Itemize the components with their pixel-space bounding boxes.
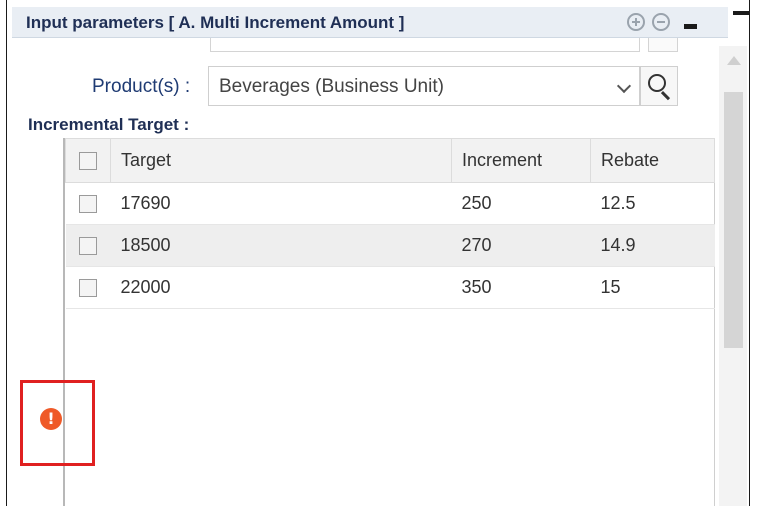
chevron-down-icon[interactable] xyxy=(616,78,632,94)
table-header-row: Target Increment Rebate xyxy=(65,138,715,183)
column-header-increment[interactable]: Increment xyxy=(451,138,591,183)
panel-title: Input parameters [ A. Multi Increment Am… xyxy=(26,13,405,32)
zoom-out-icon[interactable] xyxy=(652,13,670,31)
alert-highlight-box: ! xyxy=(20,380,95,466)
scroll-up-arrow-icon[interactable] xyxy=(727,56,741,65)
incremental-target-title: Incremental Target : xyxy=(28,115,190,134)
maximize-icon[interactable] xyxy=(733,11,749,15)
row-select-cell xyxy=(66,267,111,309)
alert-icon[interactable]: ! xyxy=(40,408,62,430)
incremental-target-grid: Target Increment Rebate 17690 250 12.5 1… xyxy=(63,138,715,506)
row-select-cell xyxy=(66,225,111,267)
column-header-rebate[interactable]: Rebate xyxy=(590,138,715,183)
product-select[interactable]: Beverages (Business Unit) xyxy=(208,66,640,106)
vertical-scrollbar[interactable] xyxy=(719,46,747,506)
row-checkbox[interactable] xyxy=(79,194,97,213)
search-icon xyxy=(648,74,666,92)
column-header-target[interactable]: Target xyxy=(110,138,452,183)
increment-cell: 270 xyxy=(461,235,492,255)
rebate-cell: 12.5 xyxy=(600,193,636,213)
scrollbar-thumb[interactable] xyxy=(724,92,743,348)
product-select-value: Beverages (Business Unit) xyxy=(219,76,444,97)
target-cell: 18500 xyxy=(120,235,171,255)
target-cell: 17690 xyxy=(120,193,171,213)
rebate-cell: 15 xyxy=(600,277,621,297)
row-select-cell xyxy=(66,183,111,225)
target-cell: 22000 xyxy=(120,277,171,297)
increment-cell: 350 xyxy=(461,277,492,297)
previous-field-button-remnant xyxy=(648,38,678,52)
rebate-cell: 14.9 xyxy=(600,235,636,255)
previous-field-remnant xyxy=(210,38,640,52)
minimize-icon[interactable] xyxy=(684,24,697,29)
select-all-checkbox[interactable] xyxy=(79,151,97,170)
product-label: Product(s) : xyxy=(92,76,191,97)
incremental-target-table: Target Increment Rebate 17690 250 12.5 1… xyxy=(65,138,715,309)
table-row[interactable]: 18500 270 14.9 xyxy=(65,224,715,267)
table-row[interactable]: 17690 250 12.5 xyxy=(65,183,715,225)
row-checkbox[interactable] xyxy=(79,236,97,255)
panel-header: Input parameters [ A. Multi Increment Am… xyxy=(12,7,728,38)
product-search-button[interactable] xyxy=(640,66,678,106)
search-icon-handle xyxy=(660,91,671,101)
increment-cell: 250 xyxy=(461,193,492,213)
select-all-cell xyxy=(65,138,111,183)
zoom-in-icon[interactable] xyxy=(627,13,645,31)
row-checkbox[interactable] xyxy=(79,278,97,297)
table-row[interactable]: 22000 350 15 xyxy=(65,267,715,309)
